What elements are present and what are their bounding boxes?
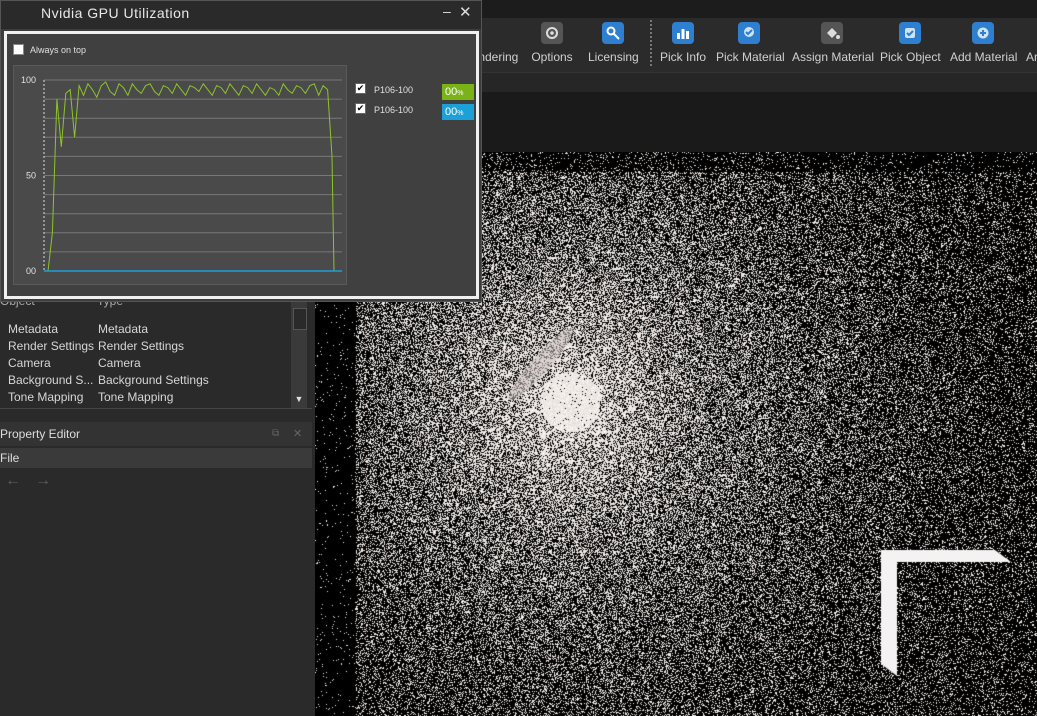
close-panel-icon[interactable]: ✕ xyxy=(293,422,302,446)
paint-bucket-icon xyxy=(821,22,843,44)
always-on-top-checkbox[interactable] xyxy=(13,44,24,55)
property-editor-title: Property Editor xyxy=(0,427,81,441)
row-type: Background Settings xyxy=(98,373,209,387)
truncated-icon xyxy=(1026,22,1037,44)
row-type: Tone Mapping xyxy=(98,390,174,404)
truncated-label: Ar xyxy=(1026,50,1037,64)
table-row[interactable]: Camera Camera xyxy=(0,356,290,373)
divider xyxy=(0,408,312,409)
always-on-top-label: Always on top xyxy=(30,45,87,55)
forward-arrow-icon[interactable]: → xyxy=(35,472,51,490)
pick-material-button[interactable]: Pick Material xyxy=(716,22,785,70)
gpu-utilization-window[interactable]: Nvidia GPU Utilization – ✕ Always on top… xyxy=(0,0,482,302)
add-material-label: Add Material xyxy=(950,50,1018,64)
key-icon xyxy=(602,22,624,44)
add-material-icon xyxy=(972,22,994,44)
licensing-label: Licensing xyxy=(588,50,639,64)
property-editor-menubar: File xyxy=(0,448,312,468)
scrollbar-thumb[interactable] xyxy=(293,308,307,330)
row-object: Render Settings xyxy=(8,339,95,353)
pick-info-button[interactable]: Pick Info xyxy=(660,22,706,70)
gpu1-unit: % xyxy=(457,110,464,117)
row-object: Camera xyxy=(8,356,51,370)
gpu1-checkbox[interactable]: ✔ xyxy=(355,103,366,114)
row-object: Background S... xyxy=(8,373,94,387)
table-row[interactable]: Tone Mapping Tone Mapping xyxy=(0,390,290,407)
row-type: Camera xyxy=(98,356,141,370)
licensing-button[interactable]: Licensing xyxy=(588,22,639,70)
options-label: Options xyxy=(531,50,573,64)
assign-material-button[interactable]: Assign Material xyxy=(792,22,875,70)
pick-object-button[interactable]: Pick Object xyxy=(880,22,941,70)
row-type: Render Settings xyxy=(98,339,185,353)
toolbar-separator xyxy=(650,20,652,66)
gpu0-series-line xyxy=(47,81,335,272)
float-panel-icon[interactable]: ⧉ xyxy=(272,422,279,446)
pick-object-label: Pick Object xyxy=(880,50,941,64)
gpu0-name: P106-100 xyxy=(374,85,414,95)
assign-material-label: Assign Material xyxy=(792,50,875,64)
scroll-down-arrow-icon[interactable]: ▼ xyxy=(291,391,307,407)
table-row[interactable]: Metadata Metadata xyxy=(0,322,290,339)
pick-material-label: Pick Material xyxy=(716,50,785,64)
gpu1-percent-badge: 00% xyxy=(442,104,474,120)
property-editor-header: Property Editor ⧉ ✕ xyxy=(0,422,312,446)
window-title: Nvidia GPU Utilization xyxy=(41,5,190,21)
row-object: Tone Mapping xyxy=(8,390,84,404)
window-titlebar[interactable]: Nvidia GPU Utilization – ✕ xyxy=(1,1,481,29)
add-material-button[interactable]: Add Material xyxy=(950,22,1018,70)
row-type: Metadata xyxy=(98,322,149,336)
gpu0-percent-badge: 00% xyxy=(442,84,474,100)
truncated-toolbar-button[interactable]: Ar xyxy=(1026,22,1037,70)
gpu1-value: 00 xyxy=(445,106,458,118)
back-arrow-icon[interactable]: ← xyxy=(5,472,21,490)
table-row[interactable]: Background S... Background Settings xyxy=(0,373,290,390)
options-button[interactable]: Options xyxy=(530,22,574,70)
y-tick-label: 00 xyxy=(26,266,36,276)
gpu0-value: 00 xyxy=(445,86,458,98)
minimize-icon[interactable]: – xyxy=(443,3,451,19)
gear-icon xyxy=(541,22,563,44)
pick-info-label: Pick Info xyxy=(660,50,707,64)
pick-object-icon xyxy=(899,22,921,44)
file-menu[interactable]: File xyxy=(0,451,19,465)
row-object: Metadata xyxy=(8,322,59,336)
pick-material-icon xyxy=(738,22,760,44)
rendering-icon xyxy=(484,22,506,44)
table-row[interactable]: Render Settings Render Settings xyxy=(0,339,290,356)
bar-chart-icon xyxy=(672,22,694,44)
y-tick-label: 100 xyxy=(21,75,36,85)
gpu0-checkbox[interactable]: ✔ xyxy=(355,83,366,94)
utilization-chart: 100 50 00 xyxy=(13,65,347,285)
gpu0-unit: % xyxy=(457,90,464,97)
close-icon[interactable]: ✕ xyxy=(459,3,472,21)
y-tick-label: 50 xyxy=(26,171,36,181)
gpu1-name: P106-100 xyxy=(374,105,414,115)
